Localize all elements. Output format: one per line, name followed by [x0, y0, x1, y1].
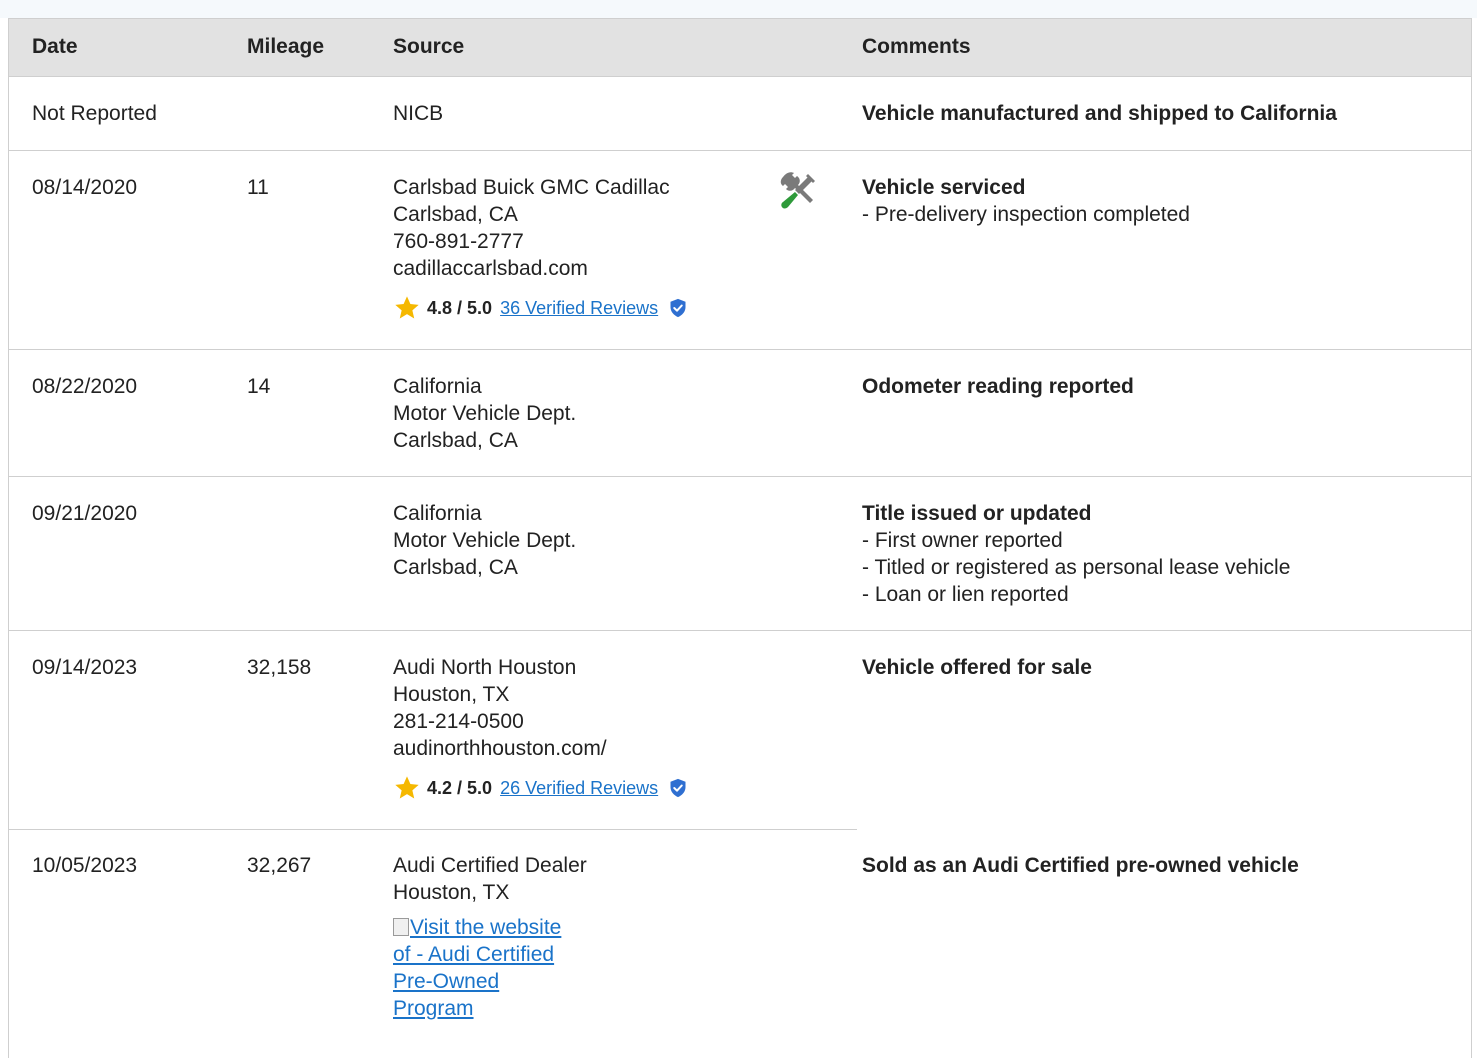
header-comments: Comments — [862, 35, 971, 58]
row-date: 09/21/2020 — [32, 502, 138, 525]
header-date: Date — [32, 35, 78, 58]
certified-program-image-link[interactable]: Visit the website of - Audi Certified Pr… — [393, 914, 573, 1022]
source-line: Houston, TX — [393, 881, 510, 904]
comment-item: - Pre-delivery inspection completed — [862, 203, 1190, 226]
row-mileage: 32,267 — [247, 854, 312, 877]
image-alt-text: Visit the website of - Audi Certified Pr… — [393, 916, 562, 1020]
source-line: Houston, TX — [393, 683, 510, 706]
source-line: Carlsbad Buick GMC Cadillac — [393, 176, 670, 199]
comment-item: - Titled or registered as personal lease… — [862, 556, 1291, 579]
row-date: 10/05/2023 — [32, 854, 138, 877]
row-comments: Vehicle serviced - Pre-delivery inspecti… — [862, 174, 1190, 228]
broken-image-icon — [393, 918, 409, 936]
comment-item: - First owner reported — [862, 529, 1063, 552]
source-line: Carlsbad, CA — [393, 429, 518, 452]
comment-title: Title issued or updated — [862, 502, 1092, 525]
wrench-screwdriver-icon — [780, 172, 815, 209]
source-line: Audi North Houston — [393, 656, 577, 679]
row-comments: Sold as an Audi Certified pre-owned vehi… — [862, 852, 1299, 879]
comment-item: - Loan or lien reported — [862, 583, 1069, 606]
vehicle-history-table: Date Mileage Source Comments Not Reporte… — [8, 18, 1472, 1058]
table-row: 09/14/2023 32,158 Audi North Houston Hou… — [9, 631, 1471, 830]
row-comments: Vehicle offered for sale — [862, 654, 1092, 681]
source-line: 281-214-0500 — [393, 710, 524, 733]
source-line: 760-891-2777 — [393, 230, 524, 253]
row-comments: Title issued or updated - First owner re… — [862, 500, 1290, 608]
row-source: California Motor Vehicle Dept. Carlsbad,… — [393, 373, 576, 454]
row-comments: Odometer reading reported — [862, 373, 1134, 400]
source-line: California — [393, 375, 482, 398]
row-source: Audi North Houston Houston, TX 281-214-0… — [393, 654, 688, 802]
row-date: 09/14/2023 — [32, 656, 138, 679]
table-row: 08/14/2020 11 Carlsbad Buick GMC Cadilla… — [9, 151, 1471, 350]
rating-score: 4.2 / 5.0 — [427, 778, 493, 798]
header-source: Source — [393, 35, 465, 58]
comment-title: Odometer reading reported — [862, 375, 1134, 398]
row-comments: Vehicle manufactured and shipped to Cali… — [862, 100, 1337, 127]
table-row: 09/21/2020 California Motor Vehicle Dept… — [9, 477, 1471, 631]
source-line: Motor Vehicle Dept. — [393, 402, 577, 425]
row-date: 08/22/2020 — [32, 375, 138, 398]
top-strip — [0, 0, 1477, 18]
source-line: NICB — [393, 102, 444, 125]
row-source: California Motor Vehicle Dept. Carlsbad,… — [393, 500, 576, 581]
dealer-rating: 4.8 / 5.0 36 Verified Reviews — [393, 294, 688, 322]
star-icon — [395, 296, 419, 319]
verified-reviews-link[interactable]: 26 Verified Reviews — [500, 777, 658, 799]
row-mileage: 32,158 — [247, 656, 312, 679]
source-line: Carlsbad, CA — [393, 556, 518, 579]
row-source: NICB — [393, 100, 443, 127]
verified-shield-icon — [670, 778, 686, 798]
table-row: Not Reported NICB Vehicle manufactured a… — [9, 77, 1471, 151]
source-line: audinorthhouston.com/ — [393, 737, 607, 760]
source-line: Carlsbad, CA — [393, 203, 518, 226]
table-row: 10/05/2023 32,267 Audi Certified Dealer … — [9, 829, 1471, 1058]
source-line: California — [393, 502, 482, 525]
dealer-rating: 4.2 / 5.0 26 Verified Reviews — [393, 774, 688, 802]
comment-title: Vehicle manufactured and shipped to Cali… — [862, 102, 1337, 125]
header-mileage: Mileage — [247, 35, 325, 58]
star-icon — [395, 776, 419, 799]
verified-shield-icon — [670, 298, 686, 318]
source-line: Audi Certified Dealer — [393, 854, 587, 877]
row-date: 08/14/2020 — [32, 176, 138, 199]
source-line: Motor Vehicle Dept. — [393, 529, 577, 552]
comment-title: Vehicle offered for sale — [862, 656, 1092, 679]
source-line: cadillaccarlsbad.com — [393, 257, 588, 280]
row-source: Carlsbad Buick GMC Cadillac Carlsbad, CA… — [393, 174, 688, 322]
comment-title: Sold as an Audi Certified pre-owned vehi… — [862, 854, 1299, 877]
rating-score: 4.8 / 5.0 — [427, 298, 493, 318]
verified-reviews-link[interactable]: 36 Verified Reviews — [500, 297, 658, 319]
row-mileage: 14 — [247, 375, 271, 398]
row-source: Audi Certified Dealer Houston, TX Visit … — [393, 852, 587, 1022]
service-icon-cell — [775, 171, 819, 222]
comment-title: Vehicle serviced — [862, 176, 1026, 199]
table-header: Date Mileage Source Comments — [9, 19, 1471, 77]
row-date: Not Reported — [32, 102, 157, 125]
table-row: 08/22/2020 14 California Motor Vehicle D… — [9, 350, 1471, 477]
row-mileage: 11 — [247, 176, 269, 199]
